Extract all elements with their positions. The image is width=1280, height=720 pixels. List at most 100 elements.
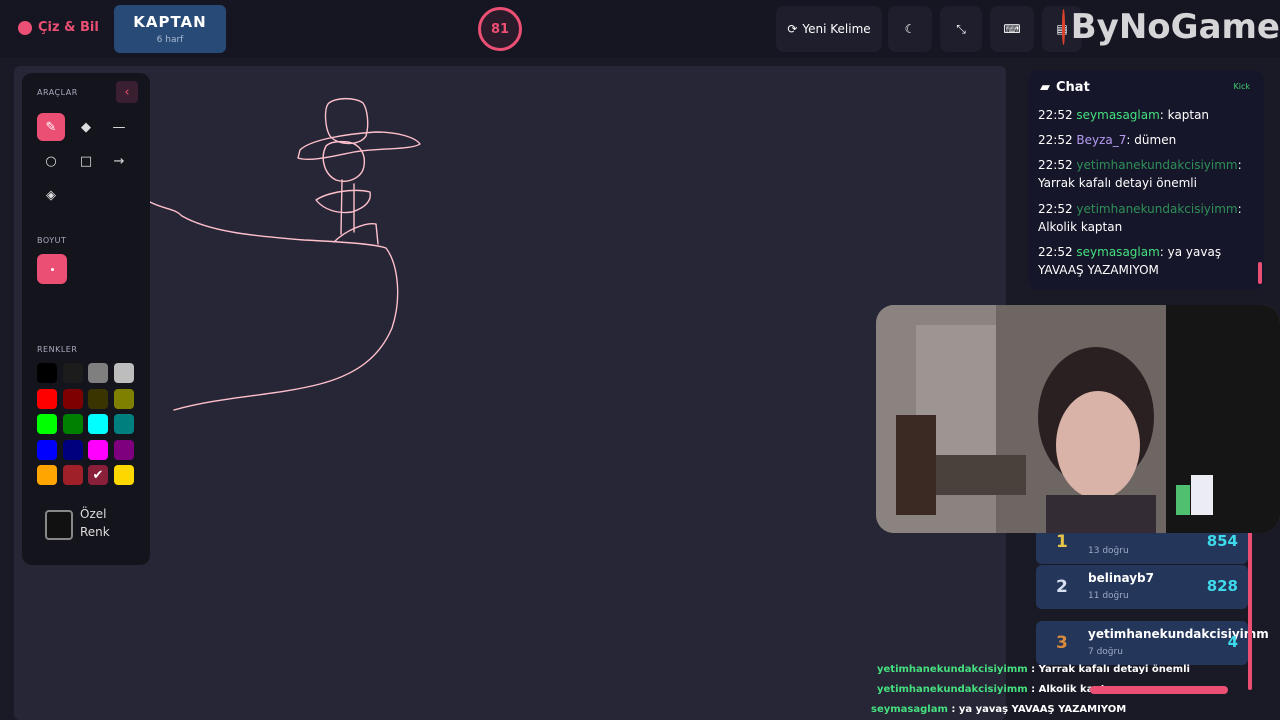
- player-name: belinayb7: [1088, 571, 1154, 585]
- chat-message: 22:52 yetimhanekundakcisiyimm: Yarrak ka…: [1038, 156, 1252, 192]
- brush-icon: ✎: [45, 119, 57, 135]
- color-swatch[interactable]: [37, 388, 57, 409]
- chat-time: 22:52: [1038, 202, 1077, 216]
- stroke-legs: [340, 179, 355, 235]
- brand[interactable]: Çiz & Bil: [18, 20, 99, 35]
- arrow-icon: →: [113, 153, 125, 169]
- chat-user[interactable]: seymasaglam: [1076, 245, 1159, 259]
- top-bar: Çiz & Bil KAPTAN 6 harf 81 ⟳ Yeni Kelime…: [0, 0, 1280, 58]
- player-score: 4: [1227, 633, 1238, 651]
- color-swatch[interactable]: [88, 414, 108, 434]
- chevron-left-icon: ‹: [124, 84, 130, 100]
- chat-header: ▰ Chat: [1040, 80, 1090, 95]
- stroke-brim: [297, 131, 421, 161]
- color-swatch[interactable]: [113, 414, 134, 434]
- chat-time: 22:52: [1038, 158, 1077, 172]
- color-swatch[interactable]: [37, 465, 57, 485]
- chat-user[interactable]: yetimhanekundakcisiyimm: [1076, 202, 1237, 216]
- new-word-label: Yeni Kelime: [802, 22, 871, 36]
- round-timer: 81: [478, 7, 522, 51]
- current-word-box: KAPTAN 6 harf: [114, 5, 226, 53]
- line-icon: —: [112, 119, 126, 135]
- tools-panel: ARAÇLAR ‹ ✎ ◆ — ○ □ → ◈ BOYUT RENKLER ✔ …: [22, 73, 150, 565]
- circle-icon: ○: [45, 153, 57, 169]
- arrow-tool[interactable]: →: [105, 147, 133, 175]
- webcam-image: [876, 305, 1280, 533]
- color-swatch[interactable]: [88, 363, 108, 383]
- color-swatch[interactable]: [88, 388, 108, 409]
- chat-time: 22:52: [1038, 133, 1077, 147]
- color-swatch[interactable]: [113, 388, 134, 409]
- fullscreen-button[interactable]: ⤡: [940, 6, 982, 52]
- keyboard-button[interactable]: ⌨: [990, 6, 1034, 52]
- fill-tool[interactable]: ◈: [37, 181, 65, 209]
- overlay-text: : ya yavaş YAVAAŞ YAZAMIYOM: [947, 704, 1127, 715]
- color-swatch[interactable]: [62, 363, 83, 383]
- moon-icon: ☾: [904, 22, 916, 36]
- chat-bubble-icon: ▰: [1040, 80, 1050, 95]
- chat-source: Kick: [1233, 82, 1251, 91]
- check-icon: ✔: [92, 467, 104, 483]
- color-swatch[interactable]: [37, 439, 57, 460]
- watermark: ByNoGame: [1062, 4, 1280, 50]
- leaderboard-scrollbar[interactable]: [1248, 528, 1252, 690]
- color-swatch[interactable]: [113, 465, 134, 485]
- rectangle-icon: □: [79, 153, 93, 169]
- color-swatch[interactable]: [62, 414, 83, 434]
- overlay-progress-bar: [1090, 686, 1228, 694]
- chat-user[interactable]: Beyza_7: [1076, 133, 1126, 147]
- color-swatch[interactable]: [37, 414, 57, 434]
- color-swatch[interactable]: ✔: [88, 465, 108, 485]
- chat-time: 22:52: [1038, 108, 1077, 122]
- chat-title: Chat: [1056, 80, 1090, 95]
- current-word: KAPTAN: [133, 13, 207, 31]
- chat-message: 22:52 seymasaglam: ya yavaş YAVAAŞ YAZAM…: [1038, 243, 1252, 279]
- player-score: 828: [1206, 577, 1238, 595]
- dark-mode-button[interactable]: ☾: [888, 6, 932, 52]
- webcam-overlay: [876, 305, 1280, 533]
- color-swatch[interactable]: [113, 363, 134, 383]
- keyboard-icon: ⌨: [1003, 22, 1021, 36]
- overlay-user: yetimhanekundakcisiyimm: [877, 664, 1028, 675]
- chat-message: 22:52 yetimhanekundakcisiyimm: Alkolik k…: [1038, 200, 1252, 236]
- circle-tool[interactable]: ○: [37, 147, 65, 175]
- chat-text: : kaptan: [1159, 108, 1210, 122]
- chat-user[interactable]: yetimhanekundakcisiyimm: [1076, 158, 1237, 172]
- custom-color-label: Özel Renk: [80, 507, 110, 539]
- size-dot: [50, 267, 54, 271]
- overlay-chat-line: yetimhanekundakcisiyimm : Yarrak kafalı …: [877, 664, 1190, 675]
- size-small-button[interactable]: [37, 254, 67, 284]
- stroke-face: [322, 140, 366, 182]
- watermark-logo-icon: [1062, 9, 1065, 45]
- stroke-body: [315, 189, 371, 214]
- palette-icon: [18, 20, 32, 35]
- player-score: 854: [1206, 532, 1238, 550]
- chat-scrollbar[interactable]: [1258, 262, 1262, 284]
- color-swatch[interactable]: [62, 465, 83, 485]
- chat-message: 22:52 Beyza_7: dümen: [1038, 131, 1252, 149]
- collapse-panel-button[interactable]: ‹: [116, 81, 138, 103]
- rank: 1: [1056, 532, 1068, 552]
- line-tool[interactable]: —: [105, 113, 133, 141]
- correct-count: 13 doğru: [1088, 546, 1129, 556]
- brand-title: Çiz & Bil: [38, 20, 99, 35]
- chat-user[interactable]: seymasaglam: [1076, 108, 1159, 122]
- color-swatch[interactable]: [88, 439, 108, 460]
- eraser-tool[interactable]: ◆: [72, 113, 100, 141]
- color-swatch[interactable]: [62, 388, 83, 409]
- custom-color-picker[interactable]: [45, 510, 73, 540]
- colors-heading: RENKLER: [37, 345, 78, 354]
- color-swatch[interactable]: [113, 439, 134, 460]
- chat-message: 22:52 seymasaglam: kaptan: [1038, 106, 1252, 124]
- refresh-icon: ⟳: [787, 22, 798, 36]
- rectangle-tool[interactable]: □: [72, 147, 100, 175]
- new-word-button[interactable]: ⟳ Yeni Kelime: [776, 6, 882, 52]
- drawing-canvas[interactable]: [14, 66, 1006, 720]
- watermark-text: ByNoGame: [1070, 7, 1280, 47]
- overlay-text: : Yarrak kafalı detayi önemli: [1027, 664, 1190, 675]
- player-name: yetimhanekundakcisiyimm: [1088, 627, 1269, 641]
- brush-tool[interactable]: ✎: [37, 113, 65, 141]
- color-swatch[interactable]: [62, 439, 83, 460]
- rank: 3: [1056, 633, 1068, 653]
- color-swatch[interactable]: [37, 363, 57, 383]
